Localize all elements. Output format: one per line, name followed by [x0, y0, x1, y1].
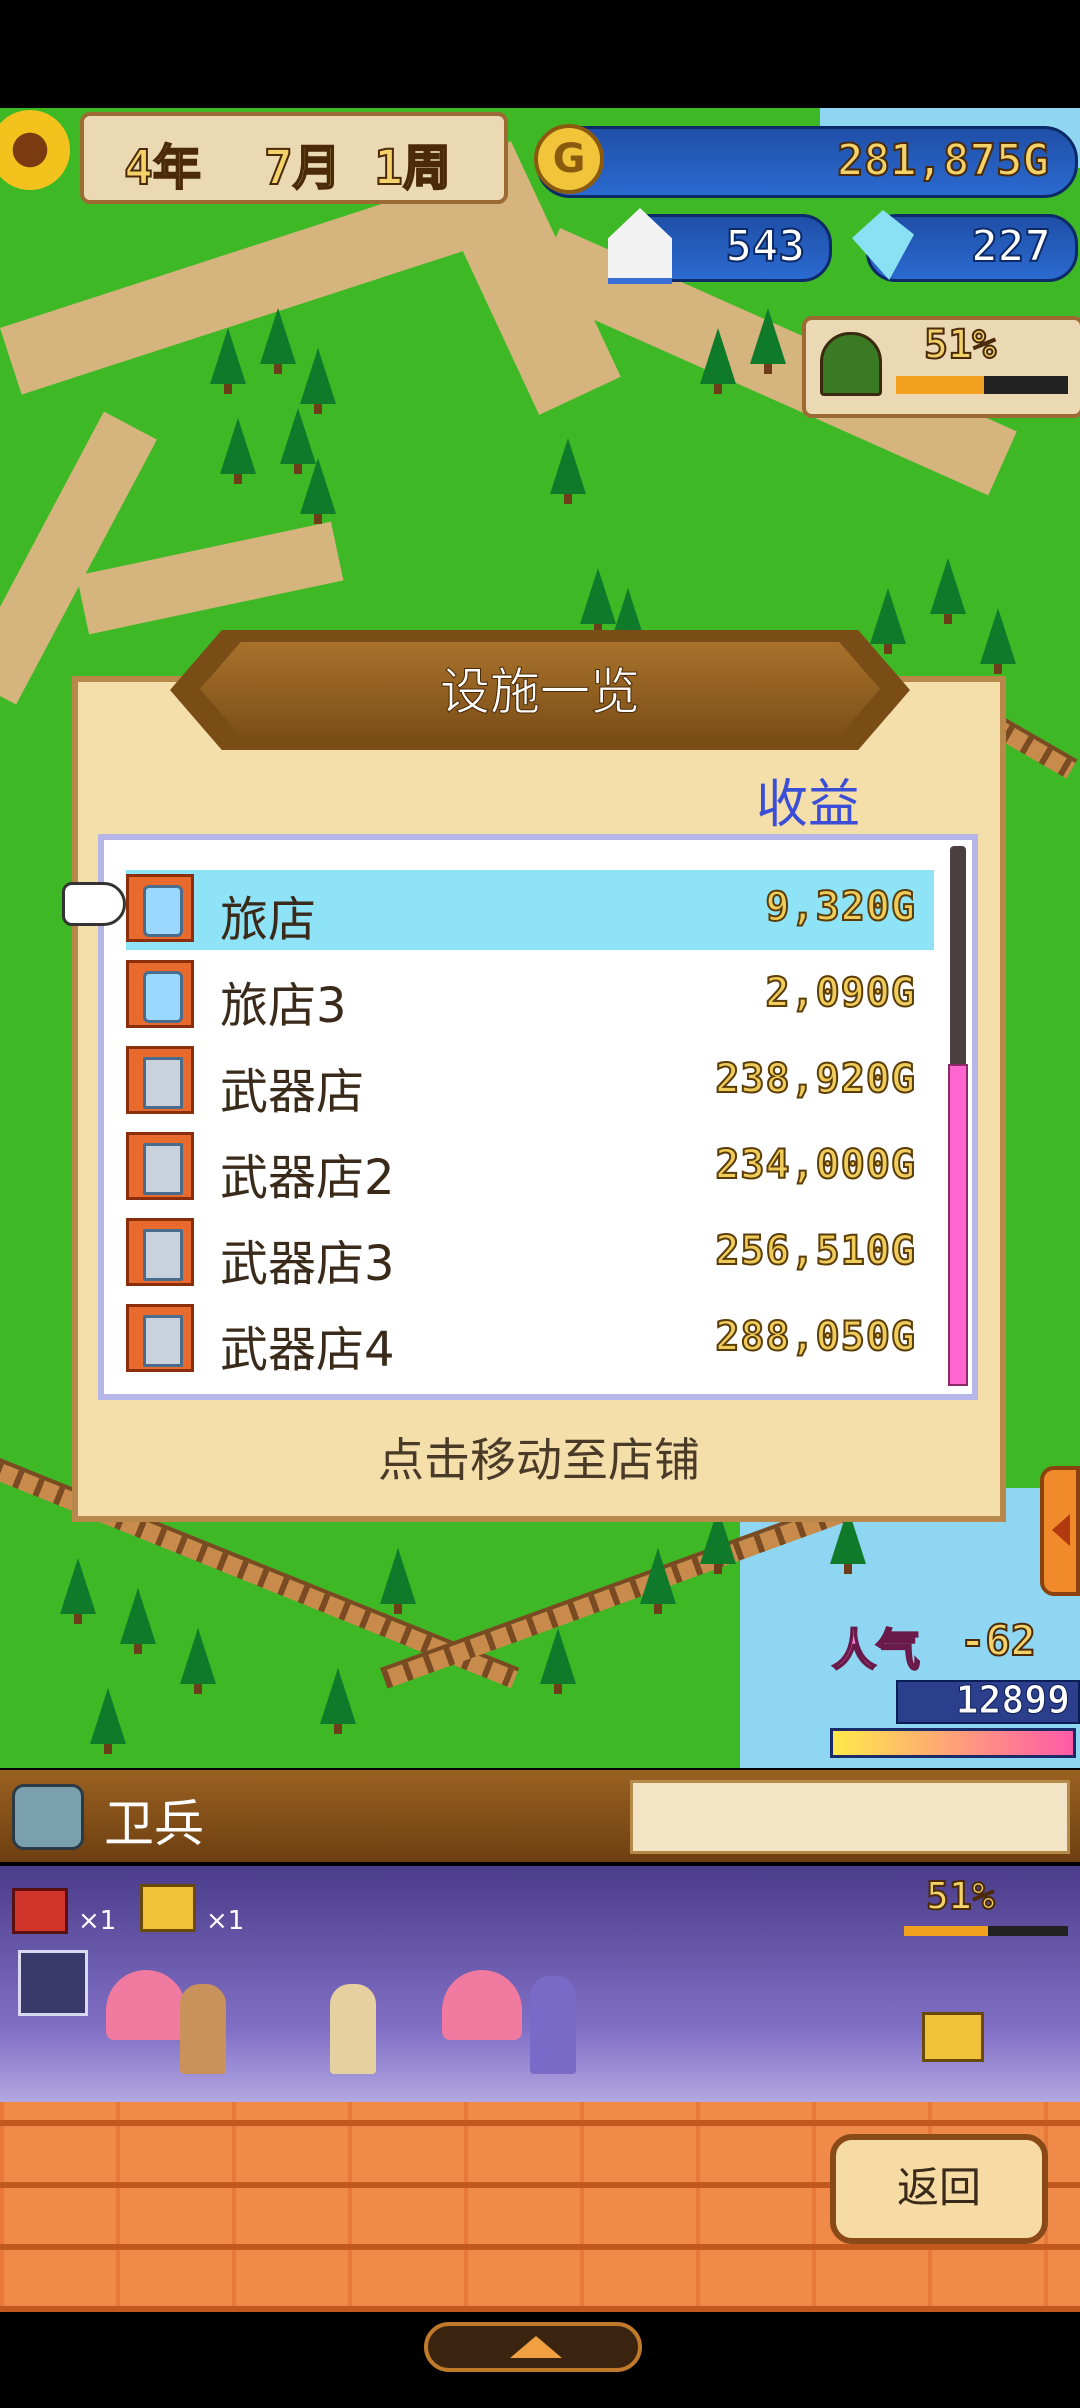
arrow-left-icon [1052, 1514, 1070, 1546]
facility-revenue: 256,510G [714, 1227, 916, 1275]
popularity-label: 人气 [831, 1624, 921, 1677]
mushroom-unit [106, 1970, 186, 2040]
treasure-chest-icon [922, 2012, 984, 2062]
facility-name: 武器店4 [220, 1322, 395, 1378]
back-button[interactable]: 返回 [830, 2134, 1048, 2244]
date-year: 4年 [123, 139, 202, 197]
facility-name: 武器店3 [220, 1236, 395, 1292]
popularity-value: 12899 [955, 1678, 1070, 1723]
list-scrollbar-thumb[interactable] [948, 1064, 968, 1386]
unit-info-bar: 卫兵 [0, 1770, 1080, 1862]
list-item[interactable]: 旅店3 2,090G [126, 956, 934, 1036]
facility-name: 旅店3 [220, 978, 347, 1034]
battle-scene[interactable]: ×1 ×1 51% [0, 1866, 1080, 2102]
popularity-value-box: 12899 [896, 1678, 1080, 1724]
gold-panel: 281,875G [536, 126, 1078, 198]
crystal-value: 227 [971, 220, 1052, 273]
stage-progress: 51% [925, 1873, 996, 1919]
unit-message-box [630, 1780, 1070, 1854]
dialog-footer-hint: 点击移动至店铺 [378, 1433, 700, 1487]
soldier-unit [180, 1984, 226, 2074]
facility-list[interactable]: 旅店 9,320G 旅店3 2,090G 武器店 238,920G 武器店2 2… [98, 834, 978, 1400]
weapon-shop-icon [126, 1046, 194, 1114]
cave-icon [820, 332, 882, 396]
soldier-unit [530, 1976, 576, 2074]
expand-menu-button[interactable] [424, 2322, 642, 2372]
list-item[interactable]: 武器店3 256,510G [126, 1214, 934, 1294]
construction-bar [896, 376, 1068, 394]
red-chest-count: ×1 [78, 1906, 117, 1936]
revenue-column-header[interactable]: 收益 [756, 762, 860, 837]
popularity-change: -62 [959, 1615, 1037, 1666]
red-chest-icon [12, 1888, 68, 1934]
unit-name: 卫兵 [104, 1795, 204, 1853]
list-item[interactable]: 武器店 238,920G [126, 1042, 934, 1122]
bottom-strip [0, 2312, 1080, 2408]
weapon-shop-icon [126, 1304, 194, 1372]
facility-revenue: 2,090G [765, 969, 916, 1017]
facility-name: 旅店 [220, 892, 317, 948]
facility-revenue: 238,920G [714, 1055, 916, 1103]
dialog-title: 设施一览 [440, 663, 641, 722]
popularity-panel: 人气 -62 12899 [820, 1610, 1080, 1770]
weapon-shop-icon [126, 1218, 194, 1286]
date-panel: 4年 7月 1周 [80, 112, 508, 204]
gold-chest-count: ×1 [206, 1906, 245, 1936]
list-item[interactable]: 武器店4 288,050G [126, 1300, 934, 1380]
up-arrow-icon [510, 2336, 562, 2358]
stage-progress-fill [904, 1926, 988, 1936]
facility-name: 武器店2 [220, 1150, 395, 1206]
facility-revenue: 234,000G [714, 1141, 916, 1189]
soldier-unit [330, 1984, 376, 2074]
date-month: 7月 [263, 139, 342, 197]
list-item[interactable]: 武器店2 234,000G [126, 1128, 934, 1208]
facility-revenue: 9,320G [765, 883, 916, 931]
inn-icon [126, 874, 194, 942]
date-week: 1周 [373, 139, 452, 197]
back-button-label: 返回 [896, 2163, 981, 2212]
side-panel-arrow-button[interactable] [1040, 1466, 1080, 1596]
guard-avatar-icon [12, 1784, 84, 1850]
commander-avatar-icon [18, 1950, 88, 2016]
facility-revenue: 288,050G [714, 1313, 916, 1361]
population-value: 543 [725, 220, 806, 273]
facility-name: 武器店 [220, 1064, 365, 1120]
weapon-shop-icon [126, 1132, 194, 1200]
gold-chest-icon [140, 1884, 196, 1932]
stage-progress-bar [904, 1926, 1068, 1936]
inn-icon [126, 960, 194, 1028]
gold-amount: 281,875G [836, 134, 1050, 187]
gold-coin-icon: G [534, 124, 604, 194]
popularity-bar [830, 1728, 1076, 1758]
pointing-hand-cursor-icon [62, 882, 126, 926]
mushroom-unit [442, 1970, 522, 2040]
construction-percent: 51% [923, 321, 997, 369]
construction-progress-panel[interactable]: 51% [802, 316, 1080, 418]
list-item[interactable]: 旅店 9,320G [126, 870, 934, 950]
construction-bar-fill [896, 376, 984, 394]
